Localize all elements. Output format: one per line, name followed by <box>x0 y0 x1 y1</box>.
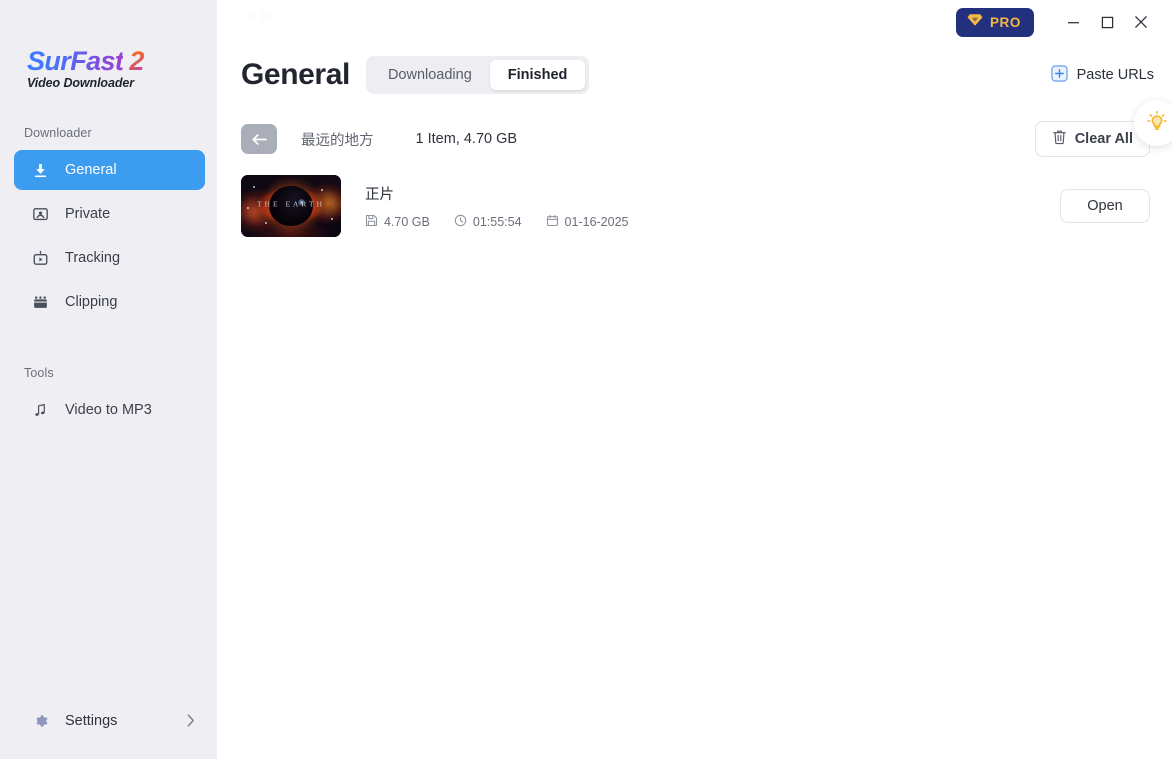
page-title: General <box>241 58 350 91</box>
calendar-icon <box>546 214 559 230</box>
list-item-info: 正片 4.70 GB 01:55:54 01-16-2025 <box>365 183 629 230</box>
main-content: PRO General Downloading Finished Paste U… <box>217 0 1172 759</box>
paste-urls-button[interactable]: Paste URLs <box>1050 64 1154 86</box>
window-titlebar: PRO <box>217 0 1172 44</box>
thumbnail-star <box>321 188 323 191</box>
window-minimize-button[interactable] <box>1056 7 1090 37</box>
gear-icon <box>30 711 50 731</box>
video-thumbnail[interactable]: THE EARTH <box>241 175 341 237</box>
pro-label: PRO <box>989 14 1021 30</box>
sidebar-item-tracking[interactable]: Tracking <box>14 238 205 278</box>
meta-duration-value: 01:55:54 <box>472 214 522 229</box>
folder-name: 最远的地方 <box>301 132 374 149</box>
meta-filesize-value: 4.70 GB <box>384 214 430 229</box>
list-item-meta: 4.70 GB 01:55:54 01-16-2025 <box>365 214 629 230</box>
tracking-video-icon <box>30 248 50 268</box>
clock-icon <box>454 214 467 230</box>
sidebar-item-video-to-mp3-label: Video to MP3 <box>65 401 152 418</box>
sidebar-item-settings[interactable]: Settings <box>0 705 217 737</box>
thumbnail-caption: THE EARTH <box>256 199 325 209</box>
plus-square-icon <box>1050 64 1068 86</box>
sidebar-item-private-label: Private <box>65 205 111 222</box>
window-maximize-button[interactable] <box>1090 7 1124 37</box>
meta-date-value: 01-16-2025 <box>564 214 629 229</box>
sidebar-item-settings-label: Settings <box>65 713 118 729</box>
sidebar-item-general-label: General <box>65 161 117 178</box>
logo-subtitle: Video Downloader <box>27 76 134 90</box>
window-close-button[interactable] <box>1124 7 1158 37</box>
app-window: SurFast 2 Video Downloader Downloader Ge… <box>0 0 1172 759</box>
logo-version-text: 2 <box>129 46 145 76</box>
meta-date: 01-16-2025 <box>546 214 629 230</box>
sidebar-item-tracking-label: Tracking <box>65 249 121 266</box>
lightbulb-icon <box>1146 110 1168 137</box>
private-user-icon <box>30 204 50 224</box>
sidebar-item-private[interactable]: Private <box>14 194 205 234</box>
meta-duration: 01:55:54 <box>454 214 522 230</box>
download-arrow-icon <box>30 160 50 180</box>
paste-urls-label: Paste URLs <box>1076 67 1154 83</box>
view-tabs: Downloading Finished <box>365 56 590 94</box>
sidebar-section-downloader-label: Downloader <box>24 126 92 140</box>
item-summary: 1 Item, 4.70 GB <box>415 131 518 147</box>
music-note-icon <box>30 400 50 420</box>
save-disk-icon <box>365 214 378 230</box>
open-button[interactable]: Open <box>1060 189 1150 223</box>
sidebar-item-clipping[interactable]: Clipping <box>14 282 205 322</box>
download-list: THE EARTH 正片 4.70 GB 01:55:54 01-16-2025… <box>217 170 1172 242</box>
tips-button[interactable] <box>1134 100 1172 146</box>
list-item-title: 正片 <box>365 186 394 203</box>
back-button[interactable] <box>241 124 277 154</box>
clipping-film-icon <box>30 292 50 312</box>
list-item[interactable]: THE EARTH 正片 4.70 GB 01:55:54 01-16-2025… <box>241 170 1150 242</box>
header-actions: Paste URLs <box>1050 64 1172 86</box>
clear-all-label: Clear All <box>1074 131 1133 147</box>
chevron-right-icon <box>187 713 195 729</box>
sidebar: SurFast 2 Video Downloader Downloader Ge… <box>0 0 217 759</box>
trash-icon <box>1052 129 1067 149</box>
pro-upgrade-button[interactable]: PRO <box>955 7 1034 37</box>
diamond-icon <box>967 13 983 32</box>
tab-finished[interactable]: Finished <box>489 60 586 90</box>
sidebar-item-general[interactable]: General <box>14 150 205 190</box>
sidebar-item-video-to-mp3[interactable]: Video to MP3 <box>14 390 205 430</box>
page-header: General Downloading Finished Paste URLs <box>217 44 1172 146</box>
app-logo: SurFast 2 Video Downloader <box>0 0 217 91</box>
tab-downloading[interactable]: Downloading <box>370 60 490 90</box>
sidebar-section-tools-label: Tools <box>24 366 54 380</box>
sidebar-item-clipping-label: Clipping <box>65 293 118 310</box>
logo-brand-text: SurFast <box>27 46 124 76</box>
clear-all-button[interactable]: Clear All <box>1034 121 1150 157</box>
meta-filesize: 4.70 GB <box>365 214 430 230</box>
list-toolbar: 最远的地方 1 Item, 4.70 GB Clear All <box>217 121 1172 157</box>
